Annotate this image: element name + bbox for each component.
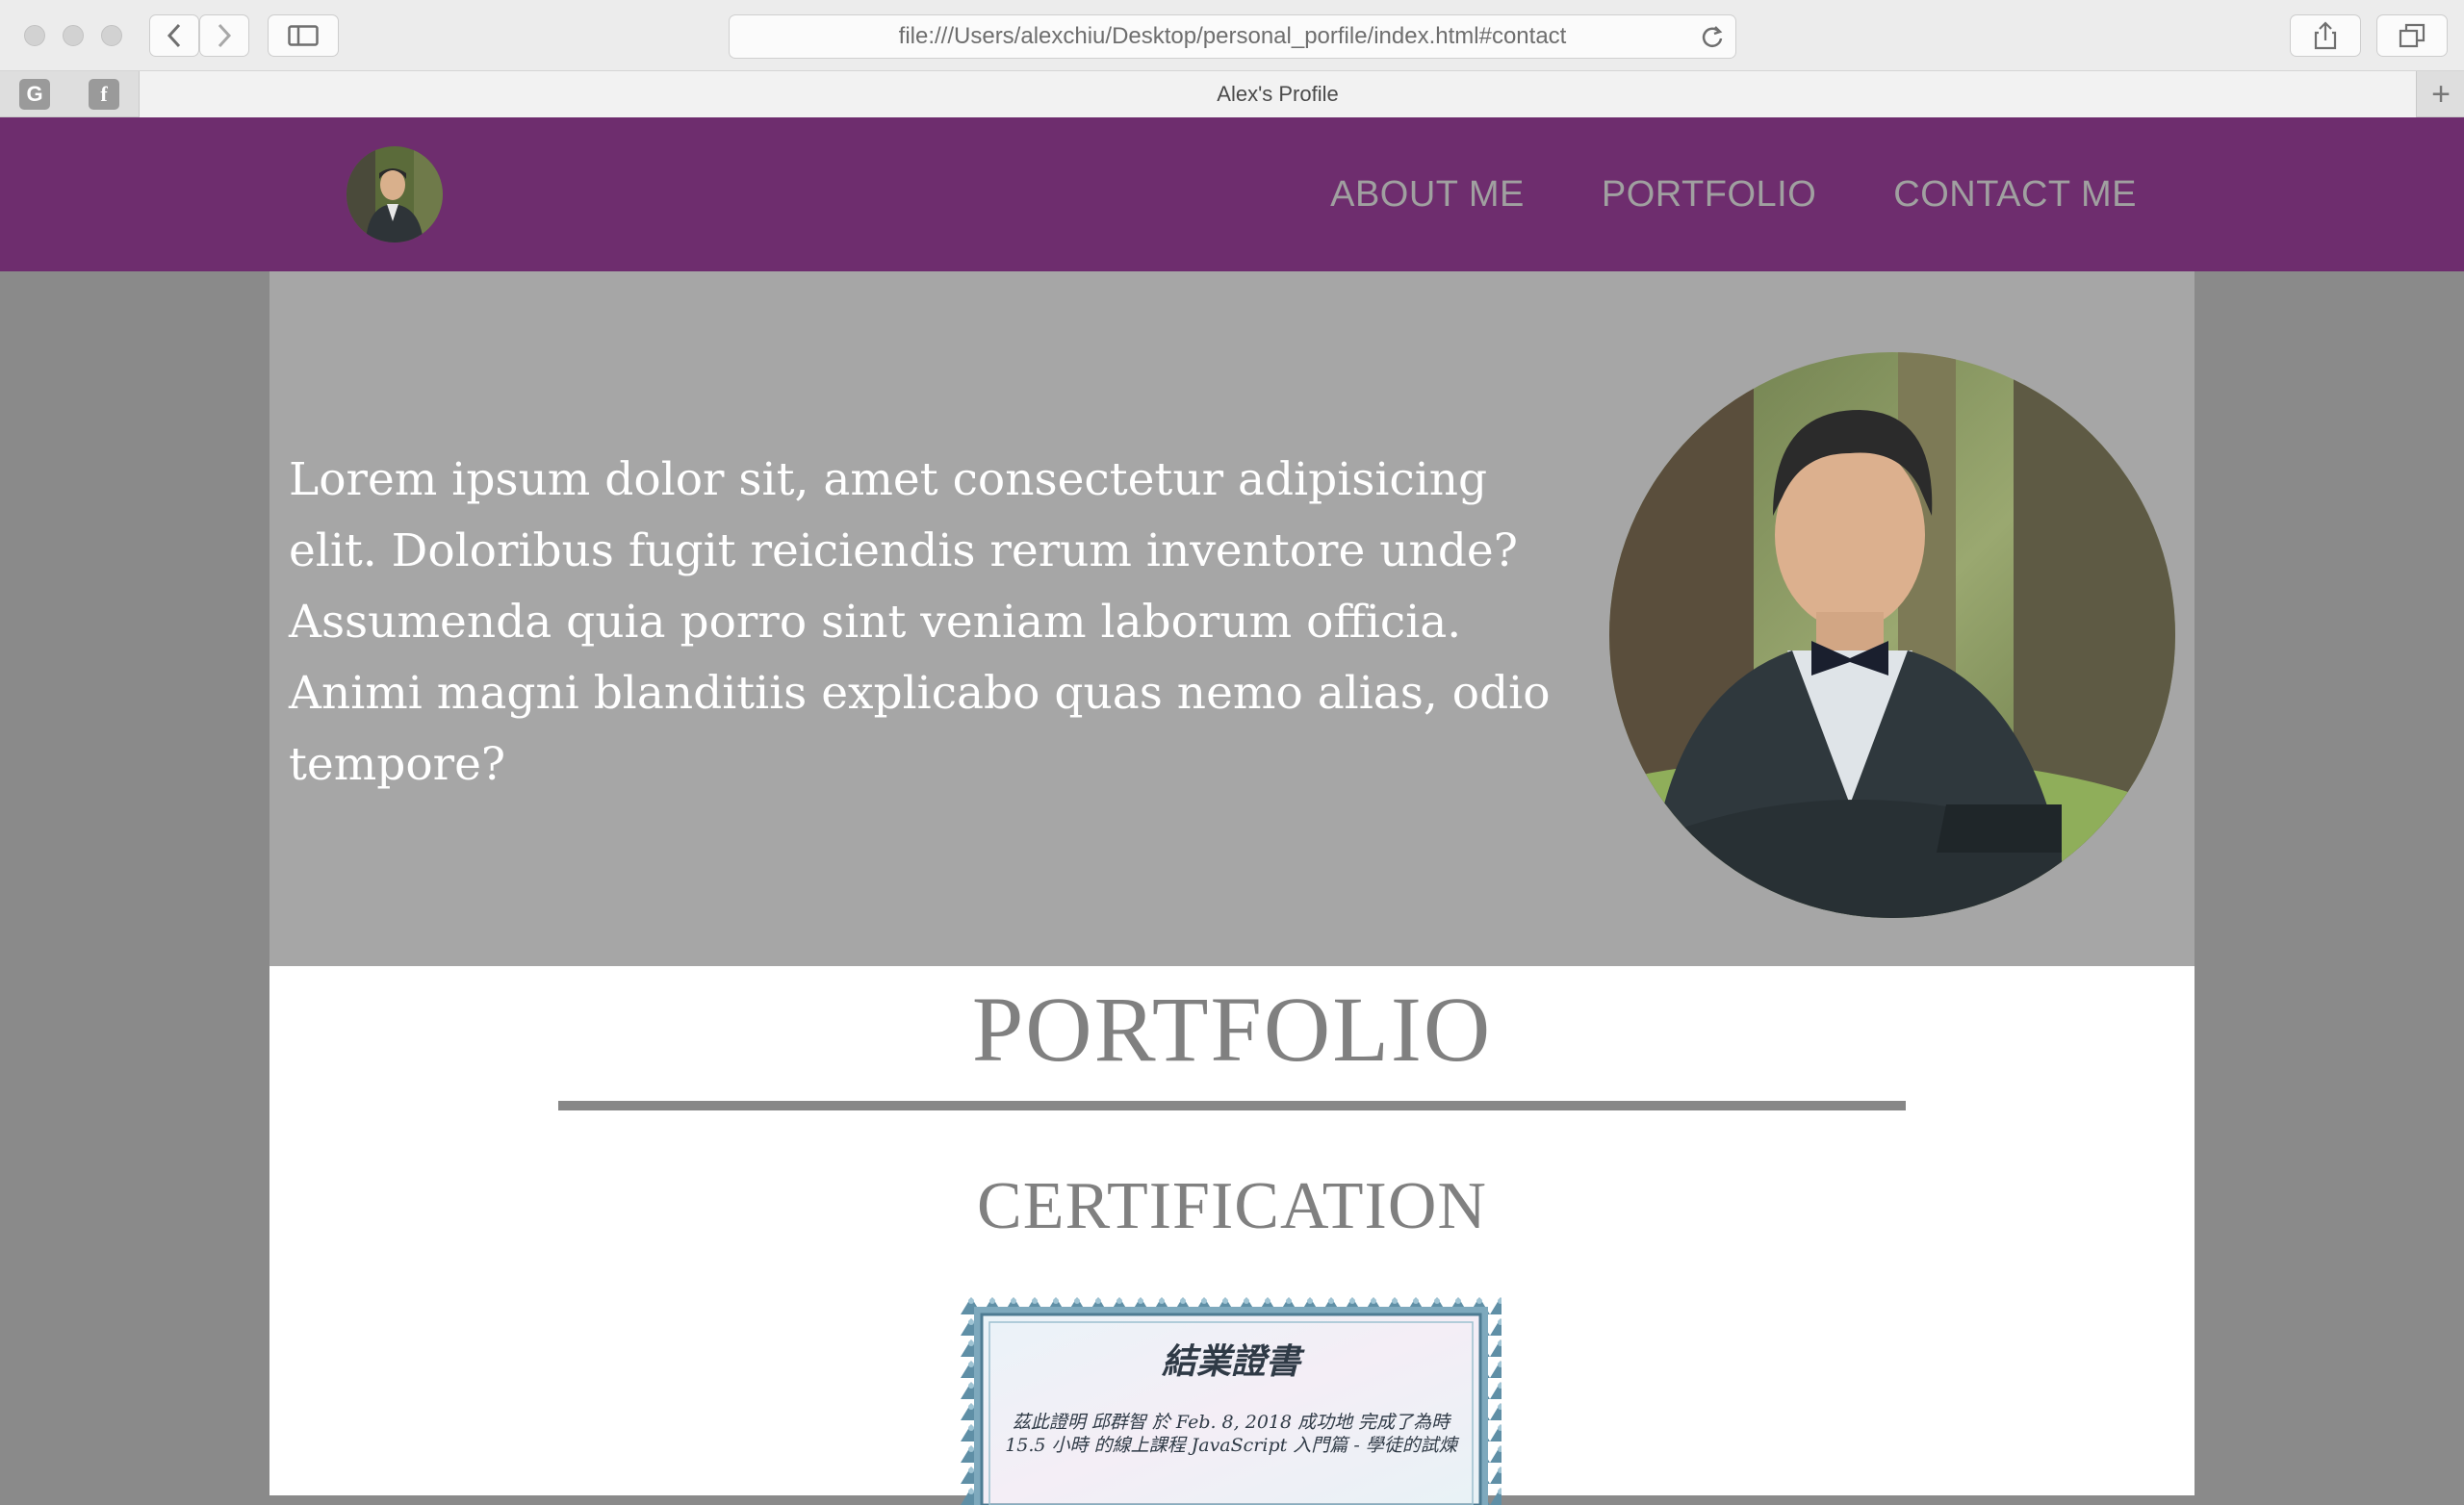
portfolio-section: PORTFOLIO CERTIFICATION 結業證書 茲此證明 邱群智 於 … [270,966,2194,1505]
address-url: file:///Users/alexchiu/Desktop/personal_… [898,23,1567,49]
about-text: Lorem ipsum dolor sit, amet consectetur … [289,453,1551,791]
tab-title: Alex's Profile [1217,82,1339,106]
page-container: Lorem ipsum dolor sit, amet consectetur … [270,271,2194,1505]
minimize-window-button[interactable] [63,25,84,46]
zoom-window-button[interactable] [101,25,122,46]
browser-titlebar: file:///Users/alexchiu/Desktop/personal_… [0,0,2464,71]
tab-alexs-profile[interactable]: Alex's Profile [139,71,2417,117]
tabs-overview-icon [2399,23,2426,48]
forward-button[interactable] [199,14,249,57]
certificate-image[interactable]: 結業證書 茲此證明 邱群智 於 Feb. 8, 2018 成功地 完成了為時 1… [961,1293,1502,1505]
nav-portfolio[interactable]: PORTFOLIO [1602,174,1816,216]
profile-photo [1609,352,2175,918]
chevron-left-icon [167,23,181,48]
about-section: Lorem ipsum dolor sit, amet consectetur … [270,271,2194,966]
facebook-favorite-icon[interactable]: f [89,79,119,110]
plus-icon: + [2431,75,2451,113]
close-window-button[interactable] [24,25,45,46]
chevron-right-icon [218,23,232,48]
show-tabs-button[interactable] [2376,14,2448,57]
share-button[interactable] [2290,14,2361,57]
address-bar[interactable]: file:///Users/alexchiu/Desktop/personal_… [729,14,1736,59]
certification-title: CERTIFICATION [977,1169,1487,1243]
reload-icon[interactable] [1699,23,1726,50]
main-nav: ABOUT ME PORTFOLIO CONTACT ME [1330,117,2137,271]
site-header: ABOUT ME PORTFOLIO CONTACT ME [0,117,2464,271]
new-tab-button[interactable]: + [2418,71,2464,117]
portfolio-title: PORTFOLIO [971,978,1493,1081]
sidebar-icon [288,25,319,46]
nav-about-me[interactable]: ABOUT ME [1330,174,1525,216]
google-favorite-icon[interactable]: G [19,79,50,110]
portfolio-divider [558,1101,1906,1110]
tab-bar: G f Alex's Profile + [0,71,2464,117]
back-button[interactable] [149,14,199,57]
avatar[interactable] [346,146,443,242]
sidebar-toggle-button[interactable] [268,14,339,57]
certificate-body: 茲此證明 邱群智 於 Feb. 8, 2018 成功地 完成了為時 15.5 小… [1005,1412,1457,1456]
nav-contact-me[interactable]: CONTACT ME [1893,174,2137,216]
share-icon [2314,21,2337,50]
certificate-heading: 結業證書 [1161,1341,1300,1382]
